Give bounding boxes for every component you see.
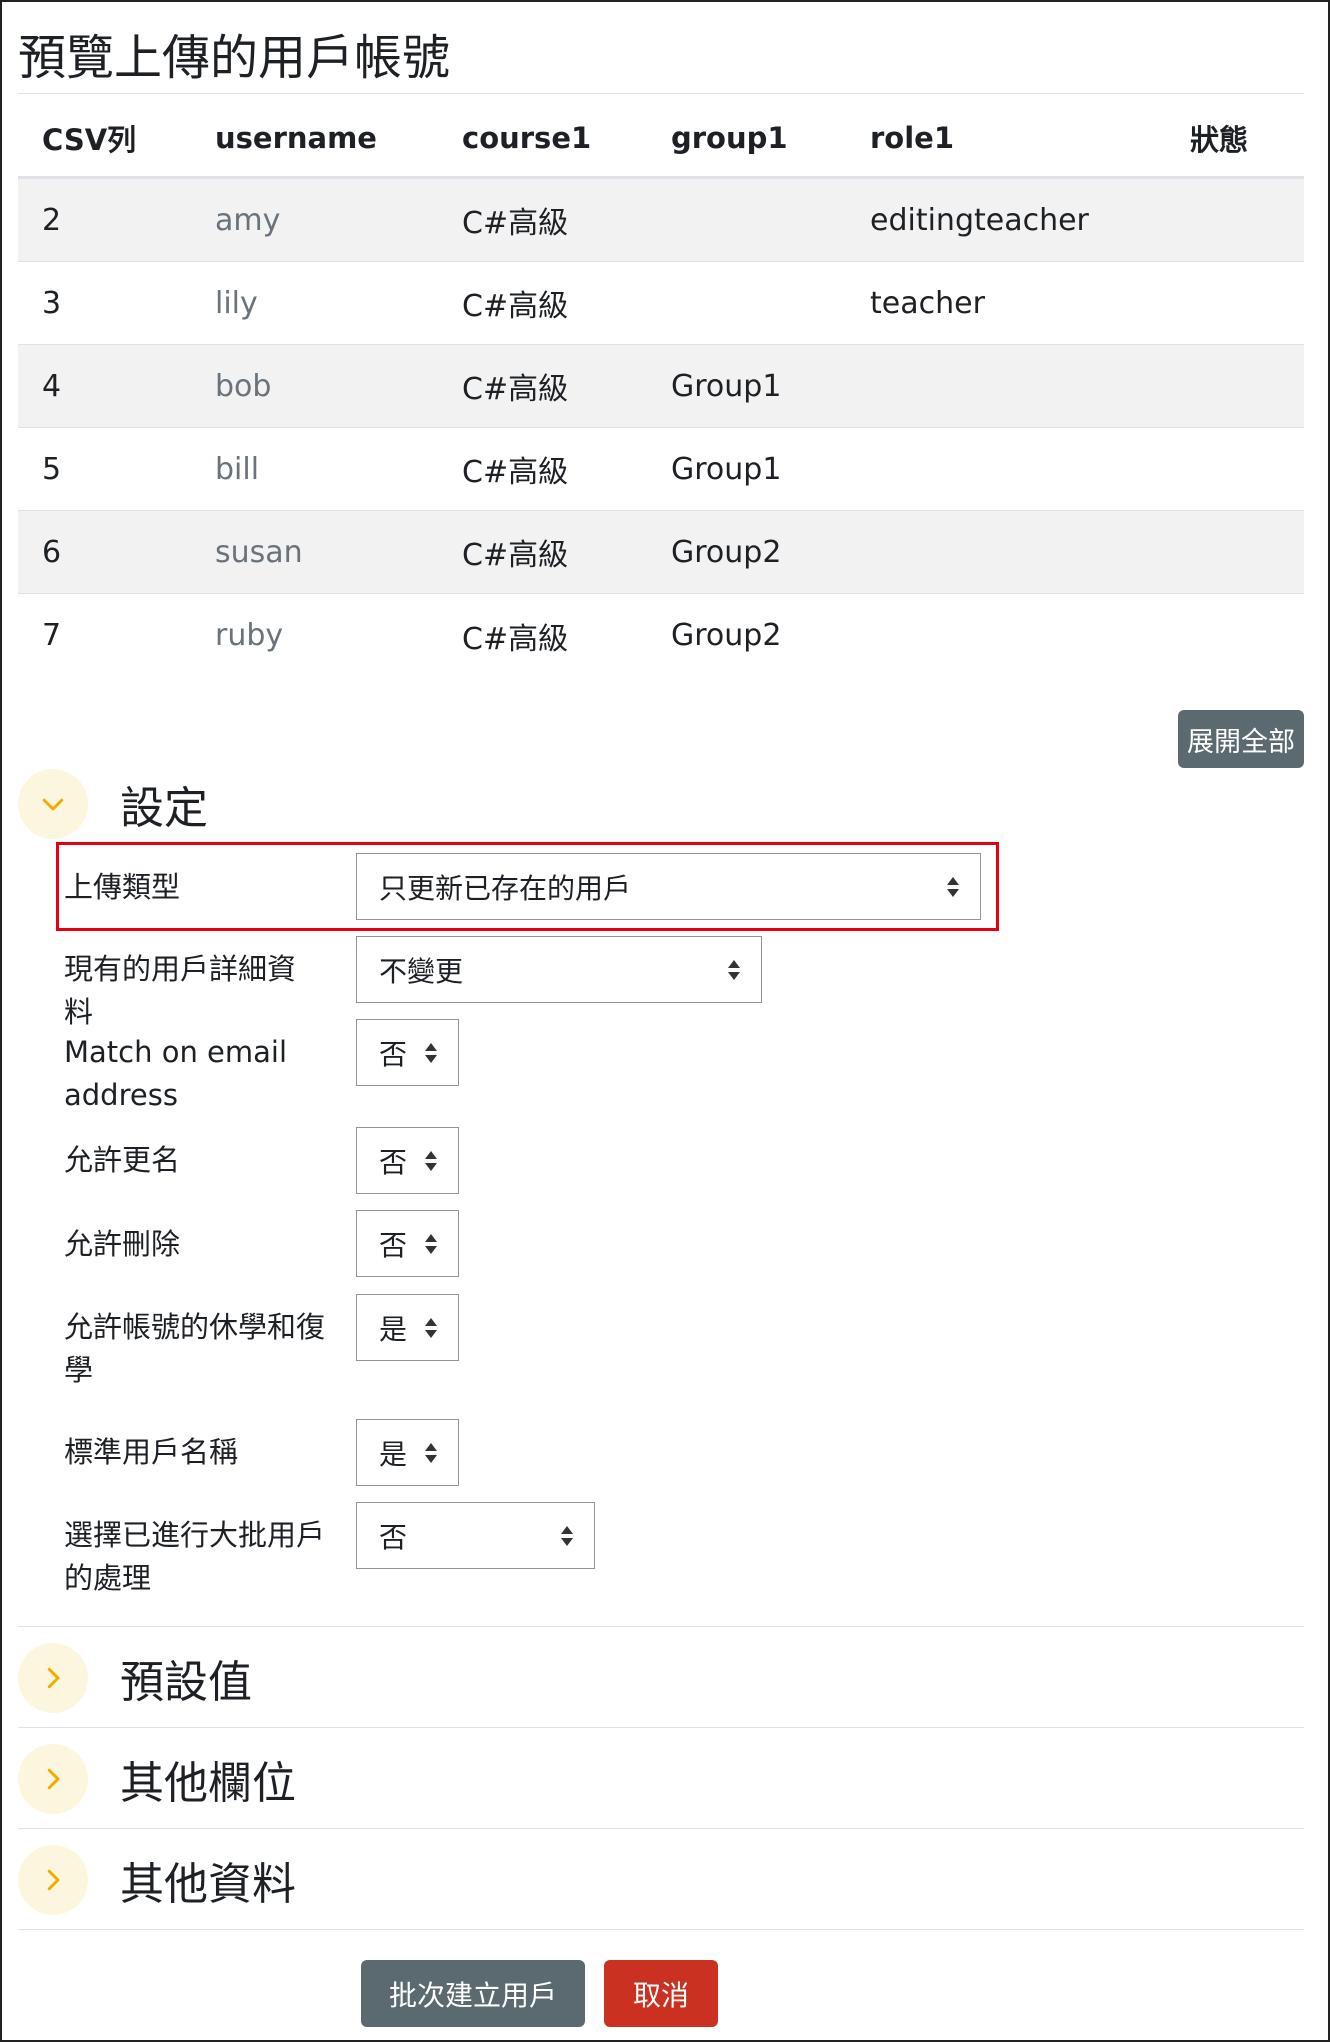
cell-course1: C#高級: [462, 206, 569, 241]
header-group1: group1: [671, 121, 788, 155]
cell-course1: C#高級: [462, 538, 569, 573]
cell-username: bob: [215, 368, 272, 404]
allow-suspend-label: 允許帳號的休學和復學: [64, 1310, 326, 1387]
cell-csv-line: 4: [42, 368, 62, 404]
cell-csv-line: 2: [42, 202, 62, 238]
sort-arrows-icon: [425, 1042, 437, 1063]
section-divider: [18, 1626, 1304, 1627]
cell-course1: C#高級: [462, 455, 569, 490]
preview-table: CSV列 username course1 group1 role1 狀態 2 …: [18, 100, 1304, 677]
section-defaults-header[interactable]: 預設值: [18, 1643, 252, 1713]
header-username: username: [215, 121, 377, 155]
table-header-row: CSV列 username course1 group1 role1 狀態: [18, 100, 1304, 179]
cell-csv-line: 6: [42, 534, 62, 570]
section-other-data-header[interactable]: 其他資料: [18, 1845, 296, 1915]
allow-suspend-value: 是: [379, 1312, 408, 1346]
allow-rename-value: 否: [379, 1145, 408, 1179]
table-row: 2 amy C#高級 editingteacher: [18, 179, 1304, 262]
section-divider: [18, 1828, 1304, 1829]
allow-rename-select[interactable]: 否: [356, 1127, 459, 1194]
upload-type-label: 上傳類型: [64, 870, 181, 904]
match-email-select[interactable]: 否: [356, 1019, 459, 1086]
section-divider: [18, 1929, 1304, 1930]
cell-csv-line: 7: [42, 618, 62, 653]
section-title: 預設值: [120, 1657, 252, 1708]
section-title: 其他欄位: [120, 1758, 296, 1809]
std-username-label: 標準用戶名稱: [64, 1435, 239, 1469]
std-username-select[interactable]: 是: [356, 1419, 459, 1486]
table-row: 7 ruby C#高級 Group2: [18, 594, 1304, 677]
cell-group1: Group2: [671, 618, 782, 653]
cell-username: amy: [215, 202, 281, 238]
table-row: 3 lily C#高級 teacher: [18, 262, 1304, 345]
allow-suspend-select[interactable]: 是: [356, 1294, 459, 1361]
allow-rename-label: 允許更名: [64, 1143, 181, 1177]
match-email-label: Match on email address: [64, 1035, 288, 1112]
allow-delete-value: 否: [379, 1228, 408, 1262]
sort-arrows-icon: [947, 876, 959, 897]
header-csv-line: CSV列: [42, 123, 137, 157]
chevron-right-icon[interactable]: [18, 1744, 88, 1814]
cell-group1: Group1: [671, 451, 782, 487]
allow-delete-label: 允許刪除: [64, 1227, 181, 1261]
header-status: 狀態: [1190, 123, 1249, 157]
header-role1: role1: [870, 121, 955, 155]
sort-arrows-icon: [425, 1442, 437, 1463]
cell-role1: teacher: [870, 285, 985, 321]
chevron-right-icon[interactable]: [18, 1643, 88, 1713]
section-settings-header[interactable]: 設定: [18, 769, 208, 839]
cell-username: lily: [215, 285, 258, 321]
section-divider: [18, 1727, 1304, 1728]
cell-role1: editingteacher: [870, 202, 1089, 238]
existing-details-value: 不變更: [379, 954, 464, 988]
match-email-value: 否: [379, 1037, 408, 1071]
cancel-button[interactable]: 取消: [604, 1960, 718, 2027]
page-title: 預覽上傳的用戶帳號: [18, 30, 451, 86]
sort-arrows-icon: [425, 1317, 437, 1338]
expand-all-button[interactable]: 展開全部: [1178, 710, 1304, 768]
allow-delete-select[interactable]: 否: [356, 1210, 459, 1277]
chevron-right-icon[interactable]: [18, 1845, 88, 1915]
sort-arrows-icon: [425, 1150, 437, 1171]
section-other-fields-header[interactable]: 其他欄位: [18, 1744, 296, 1814]
bulk-action-select[interactable]: 否: [356, 1502, 595, 1569]
cell-course1: C#高級: [462, 621, 569, 657]
cell-username: ruby: [215, 618, 284, 653]
cell-course1: C#高級: [462, 372, 569, 407]
cell-group1: Group1: [671, 368, 782, 404]
sort-arrows-icon: [728, 959, 740, 980]
cell-group1: Group2: [671, 534, 782, 570]
table-row: 6 susan C#高級 Group2: [18, 511, 1304, 594]
upload-type-select[interactable]: 只更新已存在的用戶: [356, 853, 981, 920]
table-row: 4 bob C#高級 Group1: [18, 345, 1304, 428]
bulk-create-users-button[interactable]: 批次建立用戶: [361, 1960, 585, 2027]
section-title: 其他資料: [120, 1859, 296, 1910]
chevron-down-icon[interactable]: [18, 769, 88, 839]
cell-course1: C#高級: [462, 289, 569, 324]
sort-arrows-icon: [425, 1233, 437, 1254]
existing-details-select[interactable]: 不變更: [356, 936, 762, 1003]
sort-arrows-icon: [561, 1525, 573, 1546]
header-course1: course1: [462, 121, 592, 155]
bulk-action-value: 否: [379, 1520, 408, 1554]
cell-username: bill: [215, 451, 260, 487]
existing-details-label: 現有的用戶詳細資料: [64, 952, 297, 1029]
bulk-action-label: 選擇已進行大批用戶的處理: [64, 1518, 326, 1595]
section-title: 設定: [120, 783, 208, 834]
table-row: 5 bill C#高級 Group1: [18, 428, 1304, 511]
title-divider: [18, 93, 1304, 94]
cell-username: susan: [215, 534, 303, 570]
upload-type-value: 只更新已存在的用戶: [379, 871, 632, 905]
cell-csv-line: 5: [42, 451, 62, 487]
cell-csv-line: 3: [42, 285, 62, 321]
std-username-value: 是: [379, 1437, 408, 1471]
